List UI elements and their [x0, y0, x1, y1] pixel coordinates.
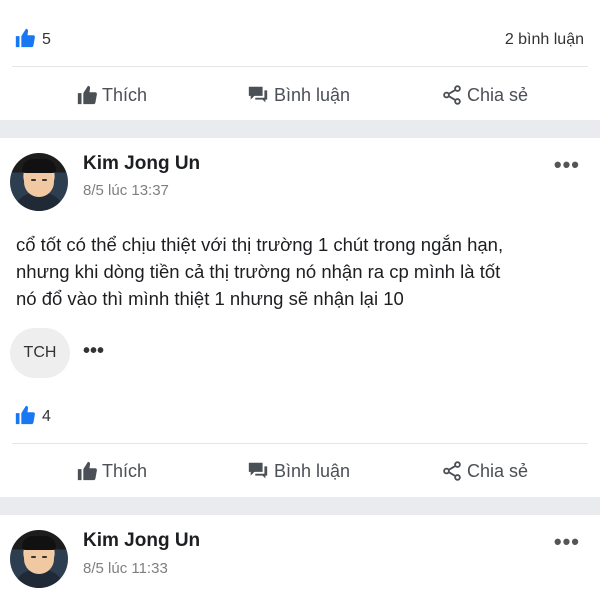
post-timestamp[interactable]: 8/5 lúc 13:37 — [83, 182, 169, 199]
share-button[interactable]: Chia sẻ — [441, 449, 528, 493]
prev-reactions-row: 5 2 bình luận — [0, 25, 600, 55]
like-label: Thích — [102, 460, 148, 481]
prev-like-count[interactable]: 5 — [42, 31, 51, 49]
post-separator — [0, 497, 600, 515]
like-reaction-icon — [14, 404, 36, 431]
divider — [12, 66, 588, 67]
post-separator — [0, 120, 600, 138]
post-text-line: cổ tốt có thể chịu thiệt với thị trường … — [16, 234, 504, 255]
share-icon — [443, 85, 461, 105]
post-more-menu[interactable]: ••• — [554, 529, 580, 555]
like-button[interactable]: Thích — [76, 73, 147, 117]
post-timestamp[interactable]: 8/5 lúc 11:33 — [83, 560, 168, 577]
comment-label: Bình luận — [274, 84, 351, 105]
divider — [12, 443, 588, 444]
main-like-count[interactable]: 4 — [42, 408, 51, 426]
comment-icon — [248, 462, 268, 479]
share-icon — [443, 461, 461, 481]
main-action-bar: Thích Bình luận Chia sẻ — [0, 449, 600, 493]
avatar[interactable] — [10, 530, 68, 588]
comment-icon — [248, 86, 268, 103]
share-label: Chia sẻ — [467, 460, 529, 481]
prev-comment-count[interactable]: 2 bình luận — [505, 31, 584, 49]
post-text-line: nhưng khi dòng tiền cả thị trường nó nhậ… — [16, 261, 501, 282]
comment-button[interactable]: Bình luận — [246, 73, 350, 117]
post-more-menu[interactable]: ••• — [554, 152, 580, 178]
avatar[interactable] — [10, 153, 68, 211]
stock-tag-label: TCH — [23, 344, 57, 361]
like-reaction-icon — [14, 27, 36, 54]
share-button[interactable]: Chia sẻ — [441, 73, 528, 117]
thumbs-up-icon — [77, 461, 97, 481]
prev-action-bar: Thích Bình luận Chia sẻ — [0, 73, 600, 117]
main-reactions-row: 4 — [0, 402, 600, 432]
author-name[interactable]: Kim Jong Un — [83, 530, 200, 552]
author-name[interactable]: Kim Jong Un — [83, 153, 200, 175]
tag-more-button[interactable]: ••• — [83, 340, 104, 363]
comment-button[interactable]: Bình luận — [246, 449, 350, 493]
like-label: Thích — [102, 84, 148, 105]
stock-tag-chip[interactable]: TCH — [10, 328, 70, 378]
like-button[interactable]: Thích — [76, 449, 147, 493]
comment-label: Bình luận — [274, 460, 351, 481]
post-text-line: nó đổ vào thì mình thiệt 1 nhưng sẽ nhận… — [16, 288, 404, 309]
thumbs-up-icon — [77, 85, 97, 105]
share-label: Chia sẻ — [467, 84, 529, 105]
post-body: cổ tốt có thể chịu thiệt với thị trường … — [16, 231, 584, 312]
